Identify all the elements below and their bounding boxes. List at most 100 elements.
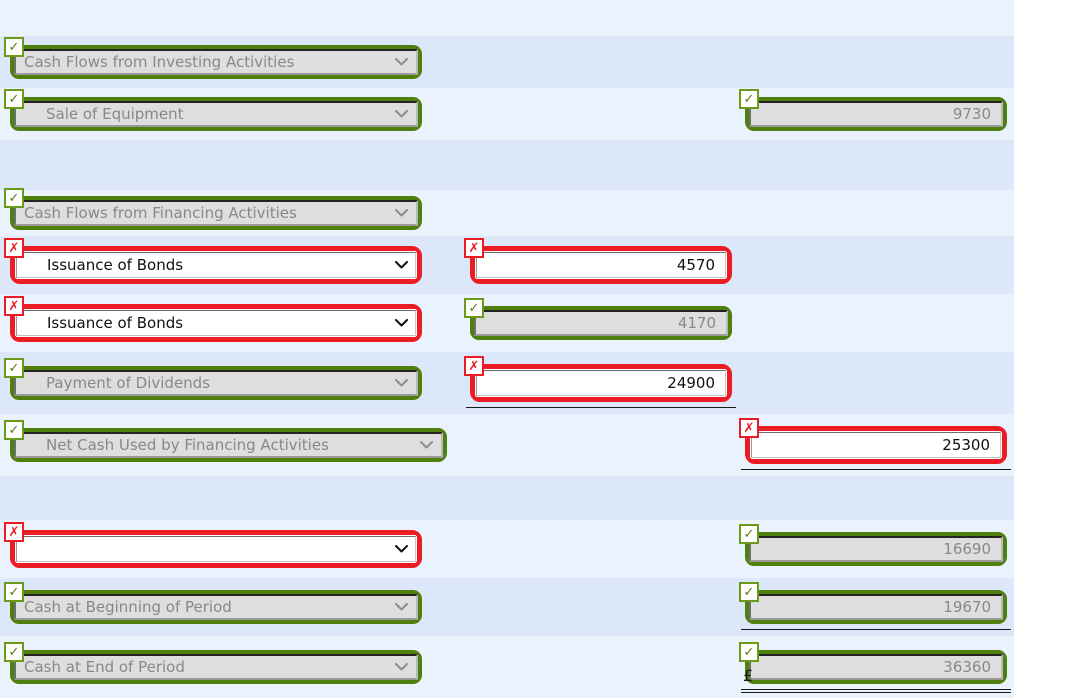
status-correct-icon: ✓ (4, 37, 24, 57)
amount-input: ✓ 36360 (739, 642, 1007, 684)
status-correct-icon: ✓ (739, 582, 759, 602)
account-select: ✓ Cash at End of Period (4, 642, 422, 684)
amount-input-value: 4170 (677, 314, 716, 332)
subtotal-rule (741, 469, 1011, 470)
worksheet-row (0, 0, 1014, 36)
worksheet-row (0, 140, 1014, 190)
account-select: ✓ Cash at Beginning of Period (4, 582, 422, 624)
status-correct-icon: ✓ (4, 582, 24, 602)
account-select-value: Issuance of Bonds (47, 314, 184, 332)
status-correct-icon: ✓ (4, 358, 24, 378)
account-select-value: Cash at End of Period (24, 658, 185, 676)
status-correct-icon: ✓ (739, 89, 759, 109)
account-cell: ✓ Cash at End of Period (4, 642, 422, 684)
account-select: ✓ Cash Flows from Investing Activities (4, 37, 422, 79)
amount-input: ✓ 9730 (739, 89, 1007, 131)
amount-cell: ✓ 4170 (464, 298, 732, 340)
account-cell: ✗ Issuance of Bonds (4, 238, 422, 284)
status-correct-icon: ✓ (4, 642, 24, 662)
status-correct-icon: ✓ (464, 298, 484, 318)
account-select-inner: Payment of Dividends (14, 370, 418, 396)
account-select-value: Sale of Equipment (46, 105, 184, 123)
account-cell: ✗ Issuance of Bonds (4, 296, 422, 342)
status-incorrect-icon: ✗ (464, 356, 484, 376)
account-select[interactable]: ✗ Issuance of Bonds (4, 238, 422, 284)
account-select-inner: Cash Flows from Investing Activities (14, 49, 418, 75)
account-select-value: Issuance of Bonds (47, 256, 184, 274)
account-select-value: Cash Flows from Investing Activities (24, 53, 295, 71)
amount-input[interactable]: ✗ 4570 (464, 238, 732, 284)
status-incorrect-icon: ✗ (4, 522, 24, 542)
worksheet-row: ✓ Net Cash Used by Financing Activities ✗ 2… (0, 414, 1014, 476)
amount-cell: ✗ 25300 (739, 418, 1007, 464)
status-correct-icon: ✓ (4, 420, 24, 440)
amount-input-value: 9730 (952, 105, 991, 123)
amount-input-inner: 24900 (473, 367, 729, 399)
account-select-inner: Sale of Equipment (14, 101, 418, 127)
amount-input-value: 24900 (667, 374, 715, 392)
amount-cell: ✓ 16690 (739, 524, 1007, 566)
status-correct-icon: ✓ (739, 524, 759, 544)
amount-input: ✓ 19670 (739, 582, 1007, 624)
amount-input-inner: 25300 (748, 429, 1004, 461)
account-cell: ✗ (4, 522, 422, 568)
account-select-inner: Cash Flows from Financing Activities (14, 200, 418, 226)
amount-input-value: 19670 (943, 598, 991, 616)
worksheet-row: ✓ Cash at End of Period ✓ 36360 £ (0, 636, 1014, 698)
cash-flow-worksheet: ✓ Cash Flows from Investing Activities ✓ Sa… (0, 0, 1014, 698)
account-select-inner: Net Cash Used by Financing Activities (14, 432, 443, 458)
currency-symbol: £ (743, 666, 754, 685)
account-select: ✓ Payment of Dividends (4, 358, 422, 400)
account-select-inner (13, 533, 419, 565)
status-incorrect-icon: ✗ (4, 296, 24, 316)
status-incorrect-icon: ✗ (4, 238, 24, 258)
amount-cell: ✓ 19670 (739, 582, 1007, 624)
subtotal-rule (466, 407, 736, 408)
worksheet-row: ✗ Issuance of Bonds ✓ 4170 (0, 294, 1014, 352)
worksheet-row: ✓ Cash Flows from Financing Activities (0, 188, 1014, 236)
worksheet-row: ✗ Issuance of Bonds ✗ 4570 (0, 236, 1014, 294)
total-rule (741, 689, 1011, 693)
account-select[interactable]: ✗ Issuance of Bonds (4, 296, 422, 342)
account-select[interactable]: ✗ (4, 522, 422, 568)
worksheet-row: ✓ Cash at Beginning of Period ✓ 19670 (0, 578, 1014, 636)
amount-input-value: 16690 (943, 540, 991, 558)
account-select-inner: Issuance of Bonds (13, 249, 419, 281)
amount-input: ✓ 16690 (739, 524, 1007, 566)
amount-cell: ✗ 4570 (464, 238, 732, 284)
amount-input-value: 25300 (942, 436, 990, 454)
worksheet-row: ✓ Cash Flows from Investing Activities (0, 36, 1014, 88)
account-select: ✓ Net Cash Used by Financing Activities (4, 420, 447, 462)
amount-input-inner: 4170 (474, 310, 728, 336)
account-select-inner: Issuance of Bonds (13, 307, 419, 339)
amount-input-inner: 9730 (749, 101, 1003, 127)
account-cell: ✓ Cash at Beginning of Period (4, 582, 422, 624)
status-incorrect-icon: ✗ (464, 238, 484, 258)
account-cell: ✓ Sale of Equipment (4, 89, 422, 131)
worksheet-row (0, 476, 1014, 520)
amount-input-inner: 16690 (749, 536, 1003, 562)
amount-cell: ✓ 9730 (739, 89, 1007, 131)
status-incorrect-icon: ✗ (739, 418, 759, 438)
status-correct-icon: ✓ (739, 642, 759, 662)
amount-input[interactable]: ✗ 24900 (464, 356, 732, 402)
account-cell: ✓ Net Cash Used by Financing Activities (4, 420, 447, 462)
account-cell: ✓ Cash Flows from Investing Activities (4, 37, 422, 79)
amount-input: ✓ 4170 (464, 298, 732, 340)
account-cell: ✓ Cash Flows from Financing Activities (4, 188, 422, 230)
subtotal-rule (741, 629, 1011, 630)
account-select-value: Payment of Dividends (46, 374, 211, 392)
account-cell: ✓ Payment of Dividends (4, 358, 422, 400)
amount-input-inner: 36360 (749, 654, 1003, 680)
account-select-inner: Cash at End of Period (14, 654, 418, 680)
amount-input-value: 36360 (943, 658, 991, 676)
amount-cell: ✗ 24900 (464, 356, 732, 402)
amount-input[interactable]: ✗ 25300 (739, 418, 1007, 464)
account-select-value: Net Cash Used by Financing Activities (46, 436, 329, 454)
worksheet-row: ✗ ✓ 16690 (0, 520, 1014, 578)
account-select: ✓ Cash Flows from Financing Activities (4, 188, 422, 230)
worksheet-row: ✓ Sale of Equipment ✓ 9730 (0, 88, 1014, 140)
amount-input-inner: 4570 (473, 249, 729, 281)
amount-input-value: 4570 (676, 256, 715, 274)
worksheet-row: ✓ Payment of Dividends ✗ 24900 (0, 352, 1014, 414)
